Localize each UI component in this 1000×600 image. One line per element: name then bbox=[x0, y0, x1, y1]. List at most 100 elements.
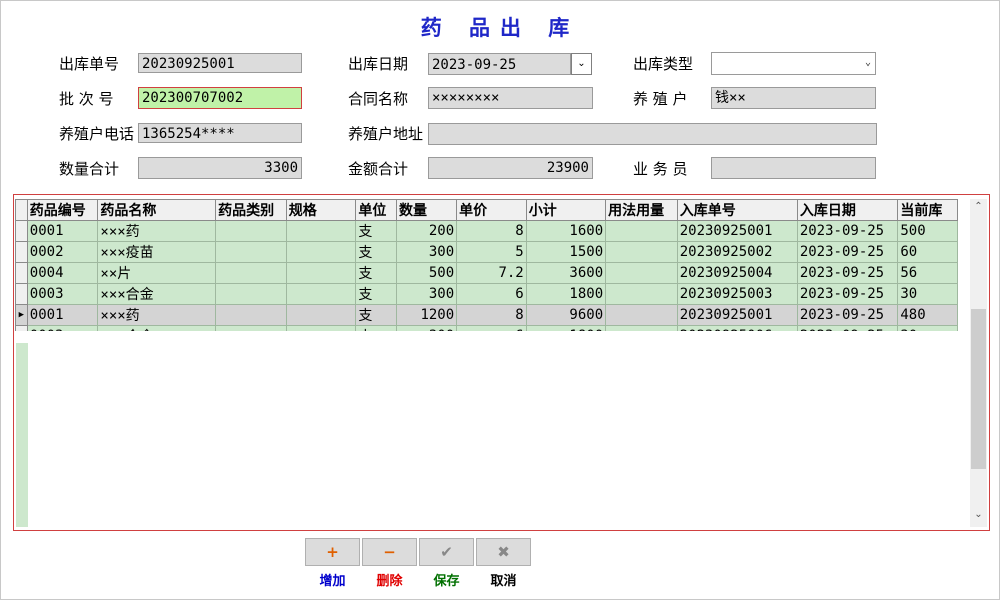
column-header[interactable]: 入库单号 bbox=[676, 199, 798, 221]
amount-total-field[interactable]: 23900 bbox=[428, 157, 593, 179]
table-cell[interactable] bbox=[605, 325, 678, 331]
table-cell[interactable]: ×××疫苗 bbox=[97, 241, 217, 263]
column-header[interactable]: 药品名称 bbox=[97, 199, 217, 221]
date-picker-button[interactable]: ⌄ bbox=[571, 53, 592, 75]
scroll-thumb[interactable] bbox=[971, 309, 986, 469]
table-cell[interactable] bbox=[605, 304, 678, 326]
column-header[interactable]: 当前库 bbox=[897, 199, 958, 221]
table-cell[interactable]: 1200 bbox=[396, 304, 458, 326]
table-cell[interactable]: 1600 bbox=[525, 220, 607, 242]
table-cell[interactable] bbox=[215, 241, 287, 263]
table-cell[interactable]: 3600 bbox=[525, 262, 607, 284]
column-header[interactable]: 单位 bbox=[355, 199, 398, 221]
table-cell[interactable]: 2023-09-25 bbox=[796, 241, 899, 263]
table-cell[interactable]: 8 bbox=[456, 304, 527, 326]
save-button[interactable]: ✔ bbox=[419, 538, 474, 566]
table-cell[interactable]: 2023-09-25 bbox=[796, 304, 899, 326]
table-cell[interactable]: 480 bbox=[897, 304, 958, 326]
batch-field[interactable]: 202300707002 bbox=[138, 87, 302, 109]
table-cell[interactable]: 20230925002 bbox=[676, 241, 798, 263]
phone-field[interactable]: 1365254**** bbox=[138, 123, 302, 143]
table-cell[interactable]: 支 bbox=[355, 325, 398, 331]
current-row-arrow-icon[interactable]: ▶ bbox=[15, 304, 28, 326]
table-cell[interactable]: 1800 bbox=[525, 325, 607, 331]
out-type-select[interactable]: ⌄ bbox=[711, 52, 876, 75]
table-cell[interactable]: 300 bbox=[396, 325, 458, 331]
table-cell[interactable]: 支 bbox=[355, 262, 398, 284]
table-cell[interactable]: 20230925001 bbox=[676, 304, 798, 326]
table-cell[interactable]: 支 bbox=[355, 283, 398, 305]
table-cell[interactable]: ×××药 bbox=[97, 304, 217, 326]
column-header[interactable]: 药品类别 bbox=[215, 199, 287, 221]
table-cell[interactable]: 300 bbox=[396, 241, 458, 263]
column-header[interactable]: 小计 bbox=[525, 199, 607, 221]
add-button-label[interactable]: 增加 bbox=[305, 570, 360, 589]
table-cell[interactable]: ××片 bbox=[97, 262, 217, 284]
table-row[interactable]: 0002 ×××疫苗 支 300 5 1500 20230925002 2023-09-25 6… bbox=[15, 241, 958, 263]
table-cell[interactable] bbox=[605, 220, 678, 242]
table-row[interactable]: 0003×××合金 支30061800 202309250062023-09-253… bbox=[15, 325, 958, 331]
table-cell[interactable]: 0004 bbox=[26, 262, 99, 284]
table-row[interactable]: 0004 ××片 支 500 7.2 3600 20230925004 2023-09-25 5… bbox=[15, 262, 958, 284]
table-cell[interactable]: 9600 bbox=[525, 304, 607, 326]
table-cell[interactable] bbox=[605, 262, 678, 284]
table-cell[interactable]: 支 bbox=[355, 241, 398, 263]
farmer-field[interactable]: 钱×× bbox=[711, 87, 876, 109]
table-cell[interactable]: 20230925006 bbox=[676, 325, 798, 331]
table-cell[interactable] bbox=[285, 241, 357, 263]
table-cell[interactable]: 0003 bbox=[26, 283, 99, 305]
contract-field[interactable]: ×××××××× bbox=[428, 87, 593, 109]
table-cell[interactable]: ×××药 bbox=[97, 220, 217, 242]
qty-total-field[interactable]: 3300 bbox=[138, 157, 302, 179]
table-cell[interactable]: 8 bbox=[456, 220, 527, 242]
table-cell[interactable]: 1800 bbox=[525, 283, 607, 305]
address-field[interactable] bbox=[428, 123, 877, 145]
out-no-field[interactable]: 20230925001 bbox=[138, 53, 302, 73]
table-cell[interactable]: ×××合金 bbox=[97, 283, 217, 305]
table-cell[interactable]: 500 bbox=[897, 220, 958, 242]
table-cell[interactable] bbox=[215, 262, 287, 284]
table-cell[interactable]: 2023-09-25 bbox=[796, 220, 899, 242]
table-cell[interactable] bbox=[215, 220, 287, 242]
table-cell[interactable] bbox=[285, 325, 357, 331]
column-header[interactable]: 用法用量 bbox=[605, 199, 678, 221]
table-cell[interactable] bbox=[605, 283, 678, 305]
row-indicator[interactable] bbox=[15, 325, 28, 331]
table-cell[interactable] bbox=[285, 262, 357, 284]
cancel-button-label[interactable]: 取消 bbox=[476, 570, 531, 589]
delete-button-label[interactable]: 删除 bbox=[362, 570, 417, 589]
column-header[interactable]: 单价 bbox=[456, 199, 527, 221]
table-cell[interactable]: 6 bbox=[456, 325, 527, 331]
table-row[interactable]: ▶ 0001 ×××药 支 1200 8 9600 20230925001 2023-09-25… bbox=[15, 304, 958, 326]
column-header[interactable]: 数量 bbox=[396, 199, 458, 221]
table-cell[interactable] bbox=[285, 220, 357, 242]
table-cell[interactable] bbox=[215, 283, 287, 305]
table-cell[interactable]: 2023-09-25 bbox=[796, 262, 899, 284]
table-cell[interactable]: 0002 bbox=[26, 241, 99, 263]
table-cell[interactable]: ×××合金 bbox=[97, 325, 217, 331]
row-indicator[interactable] bbox=[15, 262, 28, 284]
save-button-label[interactable]: 保存 bbox=[419, 570, 474, 589]
table-cell[interactable] bbox=[215, 325, 287, 331]
row-indicator[interactable] bbox=[15, 220, 28, 242]
table-cell[interactable]: 20230925003 bbox=[676, 283, 798, 305]
out-date-field[interactable]: 2023-09-25 bbox=[428, 53, 571, 75]
table-cell[interactable]: 2023-09-25 bbox=[796, 325, 899, 331]
table-cell[interactable]: 支 bbox=[355, 220, 398, 242]
cancel-button[interactable]: ✖ bbox=[476, 538, 531, 566]
table-cell[interactable] bbox=[605, 241, 678, 263]
table-cell[interactable]: 1500 bbox=[525, 241, 607, 263]
column-header[interactable]: 药品编号 bbox=[26, 199, 99, 221]
table-cell[interactable]: 0001 bbox=[26, 220, 99, 242]
table-cell[interactable]: 56 bbox=[897, 262, 958, 284]
table-cell[interactable]: 6 bbox=[456, 283, 527, 305]
vertical-scrollbar[interactable]: ⌃ ⌄ bbox=[970, 199, 987, 527]
table-cell[interactable] bbox=[285, 283, 357, 305]
row-indicator[interactable] bbox=[15, 283, 28, 305]
row-indicator[interactable] bbox=[15, 241, 28, 263]
table-cell[interactable]: 30 bbox=[897, 283, 958, 305]
table-cell[interactable]: 7.2 bbox=[456, 262, 527, 284]
column-header[interactable]: 入库日期 bbox=[796, 199, 899, 221]
clerk-field[interactable] bbox=[711, 157, 876, 179]
scroll-down-icon[interactable]: ⌄ bbox=[970, 509, 987, 525]
